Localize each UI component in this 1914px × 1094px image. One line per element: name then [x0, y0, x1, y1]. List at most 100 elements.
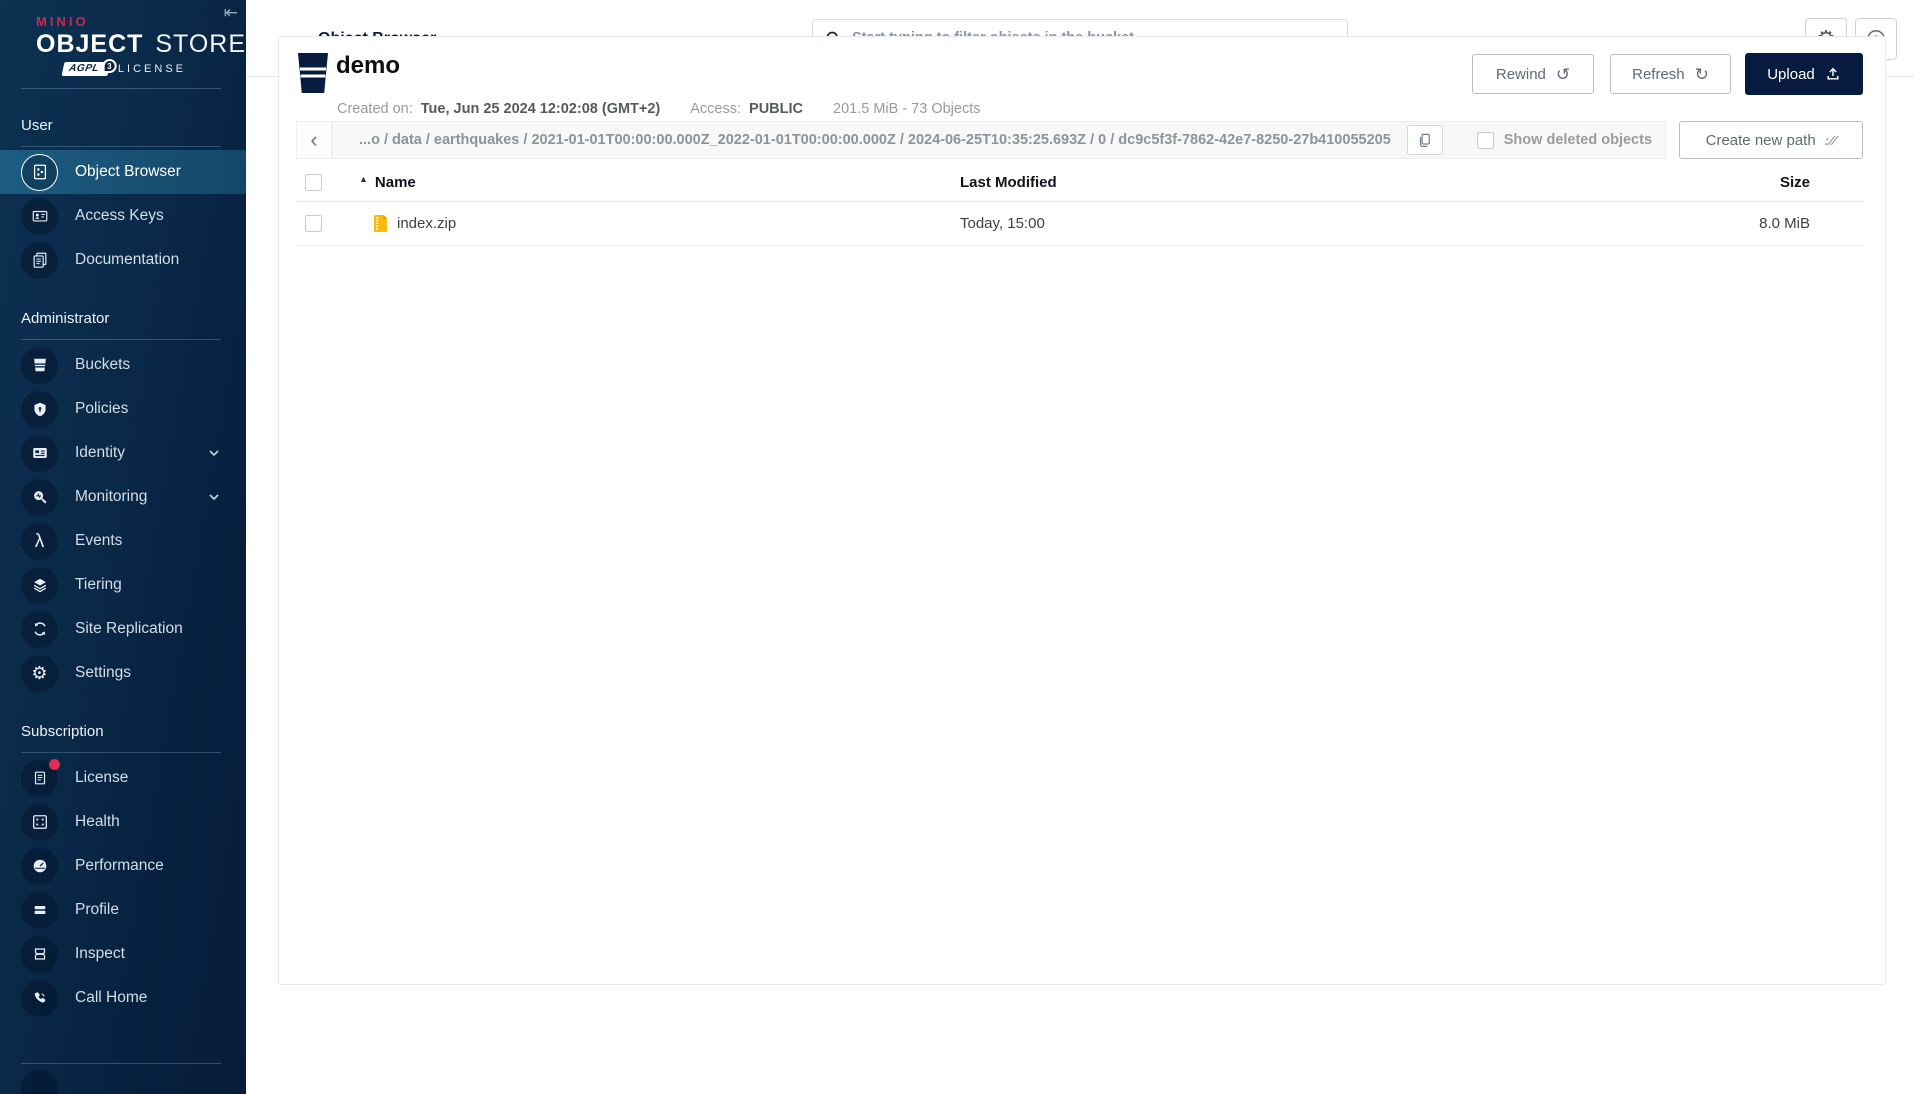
- sidebar-item-documentation[interactable]: Documentation: [0, 238, 246, 282]
- events-lambda-icon: λ: [21, 522, 58, 560]
- sidebar-item-label: Site Replication: [75, 620, 183, 637]
- bucket-icon: [296, 51, 330, 95]
- sidebar-item-label: Inspect: [75, 945, 125, 962]
- chevron-down-icon[interactable]: [208, 493, 220, 501]
- chevron-down-icon[interactable]: [208, 449, 220, 457]
- section-label-administrator: Administrator: [21, 310, 221, 340]
- sidebar-item-label: Profile: [75, 901, 119, 918]
- copy-path-button[interactable]: [1406, 125, 1443, 155]
- sidebar-item-label: Health: [75, 813, 120, 830]
- sidebar-item-events[interactable]: λ Events: [0, 519, 246, 563]
- row-checkbox[interactable]: [305, 215, 322, 232]
- create-new-path-button[interactable]: Create new path :∕⁄: [1679, 121, 1863, 159]
- section-label-subscription: Subscription: [21, 723, 221, 753]
- profile-icon: [21, 891, 58, 929]
- sidebar-item-tiering[interactable]: Tiering: [0, 563, 246, 607]
- sidebar-item-label: Monitoring: [75, 488, 148, 505]
- sidebar-item-identity[interactable]: Identity: [0, 431, 246, 475]
- sidebar-item-label: Documentation: [75, 251, 180, 268]
- sidebar-item-policies[interactable]: Policies: [0, 387, 246, 431]
- sidebar-item-label: Tiering: [75, 576, 122, 593]
- section-label-user: User: [21, 117, 221, 147]
- column-header-modified[interactable]: Last Modified: [960, 174, 1665, 191]
- show-deleted-toggle: Show deleted objects: [1476, 131, 1653, 149]
- table-row[interactable]: index.zip Today, 15:00 8.0 MiB: [296, 202, 1865, 246]
- sidebar-item-label: Identity: [75, 444, 125, 461]
- upload-icon: [1825, 66, 1841, 82]
- sidebar-item-buckets[interactable]: Buckets: [0, 343, 246, 387]
- bucket-usage: 201.5 MiB - 73 Objects: [833, 101, 981, 117]
- site-replication-icon: [21, 610, 58, 648]
- policies-icon: [21, 390, 58, 428]
- refresh-icon: ↻: [1694, 64, 1709, 84]
- show-deleted-label: Show deleted objects: [1503, 132, 1653, 148]
- main-area: ← Object Browser ⚙ ? demo Created on: Tu…: [246, 0, 1914, 1094]
- documentation-icon: [21, 241, 58, 279]
- bucket-meta: Created on: Tue, Jun 25 2024 12:02:08 (G…: [337, 101, 981, 117]
- sort-asc-icon: ▲: [359, 173, 368, 184]
- bucket-name: demo: [336, 52, 401, 79]
- object-name[interactable]: index.zip: [397, 215, 456, 232]
- sidebar-item-access-keys[interactable]: Access Keys: [0, 194, 246, 238]
- show-deleted-checkbox[interactable]: [1476, 131, 1494, 149]
- created-label: Created on:: [337, 101, 413, 117]
- divider: [21, 1063, 221, 1064]
- sidebar: ⇤ MINIO OBJECT STORE AGPL 3 LICENSE User…: [0, 0, 246, 1094]
- sidebar-item-profile[interactable]: Profile: [0, 888, 246, 932]
- sidebar-item-inspect[interactable]: Inspect: [0, 932, 246, 976]
- sidebar-item-label: Events: [75, 532, 123, 549]
- logo-brand: MINIO: [36, 14, 89, 29]
- zip-file-icon: [373, 214, 388, 233]
- sidebar-item-label: License: [75, 769, 129, 786]
- sidebar-item-settings[interactable]: ⚙ Settings: [0, 651, 246, 695]
- object-size: 8.0 MiB: [1759, 215, 1810, 232]
- divider: [21, 88, 221, 89]
- create-new-path-icon: :∕⁄: [1824, 132, 1837, 148]
- select-all-checkbox[interactable]: [305, 174, 322, 191]
- column-header-name[interactable]: ▲ Name: [359, 173, 960, 192]
- object-modified: Today, 15:00: [960, 215, 1045, 232]
- settings-gear-icon: ⚙: [21, 654, 58, 692]
- bucket-browser-card: demo Created on: Tue, Jun 25 2024 12:02:…: [278, 36, 1886, 985]
- buckets-icon: [21, 346, 58, 384]
- sidebar-item-call-home[interactable]: Call Home: [0, 976, 246, 1020]
- sidebar-item-monitoring[interactable]: Monitoring: [0, 475, 246, 519]
- monitoring-icon: [21, 478, 58, 516]
- sidebar-item-label: Performance: [75, 857, 164, 874]
- sidebar-item-site-replication[interactable]: Site Replication: [0, 607, 246, 651]
- column-header-size[interactable]: Size: [1665, 174, 1865, 191]
- performance-gauge-icon: [21, 847, 58, 885]
- refresh-button[interactable]: Refresh ↻: [1610, 54, 1731, 94]
- agpl-v3-icon: 3: [102, 59, 117, 73]
- breadcrumb-bar: ...o / data / earthquakes / 2021-01-01T0…: [332, 121, 1666, 159]
- rewind-icon: ↺: [1555, 64, 1571, 84]
- sidebar-item-object-browser[interactable]: Object Browser: [0, 150, 246, 194]
- rewind-button[interactable]: Rewind ↺: [1472, 54, 1594, 94]
- access-label: Access:: [690, 101, 742, 117]
- sidebar-item-label: Access Keys: [75, 207, 164, 224]
- tiering-layers-icon: [21, 566, 58, 604]
- created-value: Tue, Jun 25 2024 12:02:08 (GMT+2): [420, 101, 661, 117]
- inspect-icon: [21, 935, 58, 973]
- breadcrumb-back-button[interactable]: ‹: [296, 121, 332, 159]
- sidebar-item-label: Buckets: [75, 356, 131, 373]
- sidebar-item-label: Call Home: [75, 989, 148, 1006]
- sidebar-item-license[interactable]: License: [0, 756, 246, 800]
- object-browser-icon: [21, 153, 58, 191]
- table-header-row: ▲ Name Last Modified Size: [296, 164, 1865, 202]
- access-value[interactable]: PUBLIC: [749, 101, 803, 117]
- sidebar-item-label: Object Browser: [75, 163, 181, 180]
- sidebar-item-label: Policies: [75, 400, 129, 417]
- sidebar-collapse-icon[interactable]: ⇤: [224, 4, 238, 21]
- logo-product: OBJECT STORE: [36, 30, 246, 58]
- license-icon: [21, 758, 60, 797]
- upload-button[interactable]: Upload: [1745, 53, 1863, 95]
- breadcrumb[interactable]: ...o / data / earthquakes / 2021-01-01T0…: [359, 132, 1391, 148]
- license-badge: AGPL 3 LICENSE: [36, 59, 186, 76]
- access-keys-icon: [21, 197, 58, 235]
- identity-icon: [21, 434, 58, 472]
- partial-bottom-icon: [21, 1070, 58, 1094]
- sidebar-item-performance[interactable]: Performance: [0, 844, 246, 888]
- call-home-phone-icon: [21, 979, 58, 1017]
- sidebar-item-health[interactable]: Health: [0, 800, 246, 844]
